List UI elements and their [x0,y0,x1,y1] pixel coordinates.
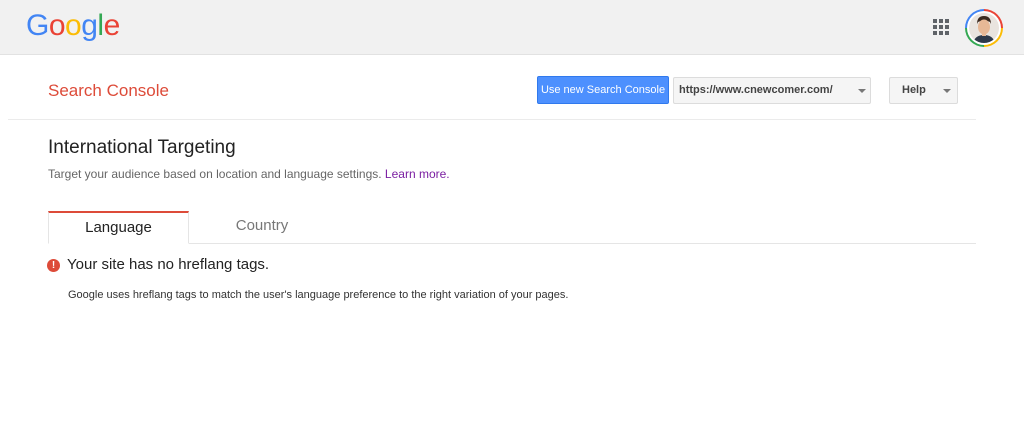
google-logo[interactable]: Google [26,9,120,43]
targeting-tabs: Language Country [48,211,976,244]
page-subtitle: Target your audience based on location a… [48,167,450,181]
alert-title: Your site has no hreflang tags. [67,256,270,273]
avatar-face-icon [969,13,999,43]
error-icon: ! [47,259,60,272]
logo-letter-g: G [26,9,49,42]
logo-letter-o1: o [48,9,66,42]
top-bar: Google [0,0,1024,55]
alert-description: Google uses hreflang tags to match the u… [68,289,569,301]
help-button[interactable]: Help [889,77,958,104]
grid-apps-icon[interactable] [933,19,949,35]
console-header: Search Console Use new Search Console ht… [8,56,976,120]
site-selector-value: https://www.cnewcomer.com/ [679,84,833,96]
use-new-console-button[interactable]: Use new Search Console [537,76,669,104]
subtitle-text: Target your audience based on location a… [48,167,382,181]
help-label: Help [902,84,926,96]
chevron-down-icon [943,89,951,93]
product-name[interactable]: Search Console [48,81,169,101]
learn-more-link[interactable]: Learn more. [385,167,450,181]
logo-letter-g2: g [81,9,98,42]
chevron-down-icon [858,89,866,93]
tab-country[interactable]: Country [189,211,335,244]
page-title: International Targeting [48,137,236,158]
tab-language[interactable]: Language [48,211,189,244]
user-avatar[interactable] [965,9,1003,47]
logo-letter-e: e [103,9,121,42]
site-selector[interactable]: https://www.cnewcomer.com/ [673,77,871,104]
logo-letter-o2: o [65,9,82,42]
